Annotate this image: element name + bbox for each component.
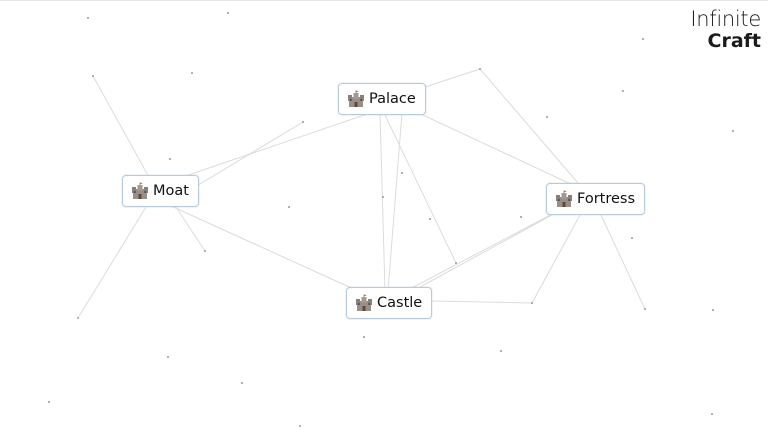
castle-icon: [131, 182, 149, 200]
dot: [642, 38, 644, 40]
item-label: Palace: [369, 91, 416, 107]
edge: [379, 112, 386, 292]
edge: [164, 108, 383, 184]
dot: [92, 75, 94, 77]
edge: [429, 300, 533, 304]
logo-line-1: Infinite: [690, 7, 761, 31]
crafting-canvas[interactable]: Infinite Craft Palace Moat Fortress Cast…: [0, 0, 768, 432]
dot: [712, 309, 714, 311]
dot: [520, 216, 522, 218]
dot: [363, 336, 365, 338]
dot: [191, 72, 193, 74]
edge: [424, 68, 481, 88]
castle-icon: [555, 190, 573, 208]
dot: [401, 172, 403, 174]
dot: [531, 302, 533, 304]
item-moat[interactable]: Moat: [122, 175, 199, 207]
item-label: Moat: [153, 183, 189, 199]
item-fortress[interactable]: Fortress: [546, 183, 646, 215]
dot: [429, 218, 431, 220]
dot: [241, 382, 243, 384]
dot: [87, 17, 89, 19]
infinite-craft-logo: Infinite Craft: [690, 9, 761, 51]
castle-icon: [347, 90, 365, 108]
edge: [419, 214, 553, 288]
dot: [382, 196, 384, 198]
edge: [383, 112, 457, 264]
castle-icon: [355, 294, 373, 312]
dot: [479, 68, 481, 70]
edge: [479, 68, 579, 184]
dot: [169, 158, 171, 160]
dot: [167, 356, 169, 358]
dot: [455, 262, 457, 264]
dot: [546, 116, 548, 118]
dot: [299, 425, 301, 427]
edge: [599, 212, 646, 310]
edge: [531, 214, 581, 304]
dot: [622, 90, 624, 92]
edge: [405, 210, 559, 292]
edge: [92, 75, 151, 180]
dot: [48, 401, 50, 403]
dot: [227, 12, 229, 14]
item-palace[interactable]: Palace: [338, 83, 426, 115]
dot: [77, 317, 79, 319]
dot: [711, 413, 713, 415]
dot: [288, 206, 290, 208]
dot: [644, 308, 646, 310]
connection-lines: [48, 12, 734, 427]
dot: [302, 121, 304, 123]
edge: [409, 108, 591, 194]
item-label: Fortress: [577, 191, 636, 207]
dot: [631, 237, 633, 239]
dot: [204, 250, 206, 252]
edge: [171, 200, 206, 252]
edge: [159, 200, 381, 302]
item-label: Castle: [377, 295, 423, 311]
dot: [732, 130, 734, 132]
edge: [77, 206, 147, 319]
edge: [387, 112, 403, 292]
dot: [500, 350, 502, 352]
item-castle[interactable]: Castle: [346, 287, 433, 319]
logo-line-2: Craft: [707, 30, 761, 52]
